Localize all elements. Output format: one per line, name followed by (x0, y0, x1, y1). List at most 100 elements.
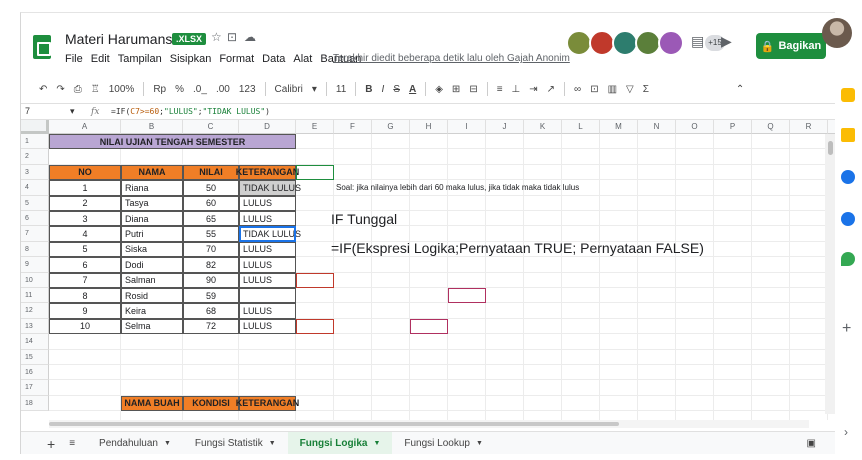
column-header[interactable]: O (676, 120, 714, 134)
comments-icon[interactable]: ▤ (691, 33, 704, 50)
share-button[interactable]: 🔒 Bagikan (756, 33, 826, 59)
text-color-button[interactable]: A (409, 84, 416, 95)
row-header[interactable]: 2 (21, 149, 49, 165)
table-cell[interactable]: 7 (49, 272, 121, 288)
menu-view[interactable]: Tampilan (118, 53, 162, 65)
decrease-decimal-button[interactable]: .0_ (193, 84, 207, 95)
last-edit-link[interactable]: Terakhir diedit beberapa detik lalu oleh… (333, 53, 570, 64)
table-cell[interactable]: 70 (183, 241, 239, 258)
tab-fungsi-statistik[interactable]: Fungsi Statistik ▼ (183, 432, 288, 455)
table-header-cell[interactable]: KETERANGAN (236, 164, 299, 181)
column-header[interactable]: N (638, 120, 676, 134)
table-cell[interactable]: LULUS (239, 303, 296, 319)
table-cell[interactable]: Selma (121, 318, 183, 335)
menu-file[interactable]: File (65, 53, 83, 65)
comment-icon[interactable]: ⊡ (590, 84, 598, 95)
number-format-select[interactable]: 123 (239, 84, 256, 95)
font-size-select[interactable]: 11 (336, 84, 346, 95)
row-header[interactable]: 1 (21, 134, 49, 150)
row-header[interactable]: 14 (21, 334, 49, 350)
star-icon[interactable]: ☆ (211, 30, 222, 44)
chart-icon[interactable]: ▥ (608, 84, 617, 95)
chevron-down-icon[interactable]: ▼ (164, 440, 171, 447)
column-header[interactable]: J (486, 120, 524, 134)
calendar-icon[interactable] (841, 88, 855, 102)
column-header[interactable]: P (714, 120, 752, 134)
chevron-down-icon[interactable]: ▾ (70, 106, 75, 116)
tab-pendahuluan[interactable]: Pendahuluan ▼ (87, 432, 183, 455)
column-header[interactable]: R (790, 120, 828, 134)
table-cell[interactable]: Riana (121, 180, 183, 196)
vertical-scroll-thumb[interactable] (828, 141, 833, 155)
table-cell[interactable]: 50 (183, 180, 239, 196)
column-header[interactable]: H (410, 120, 448, 134)
table-cell[interactable]: 68 (183, 303, 239, 319)
chevron-down-icon[interactable]: ▼ (373, 440, 380, 447)
row-header[interactable]: 15 (21, 349, 49, 365)
undo-icon[interactable]: ↶ (39, 84, 47, 95)
row-header[interactable]: 6 (21, 211, 49, 227)
column-header[interactable]: B (121, 120, 183, 134)
row-header[interactable]: 16 (21, 365, 49, 381)
row-header[interactable]: 17 (21, 380, 49, 396)
table-cell[interactable] (239, 288, 296, 304)
increase-decimal-button[interactable]: .00 (216, 84, 230, 95)
menu-insert[interactable]: Sisipkan (170, 53, 212, 65)
table-header-cell[interactable]: NILAI (183, 164, 239, 181)
paint-format-icon[interactable]: ♖ (91, 84, 100, 95)
menu-edit[interactable]: Edit (91, 53, 110, 65)
expand-panel-icon[interactable]: › (844, 425, 848, 439)
row-header[interactable]: 3 (21, 164, 49, 181)
explore-icon[interactable]: ▣ (795, 432, 828, 455)
table-header-cell[interactable]: NAMA (121, 164, 183, 181)
select-all-corner[interactable] (21, 120, 49, 134)
fill-color-icon[interactable]: ◈ (435, 84, 443, 95)
row-header[interactable]: 18 (21, 395, 49, 412)
currency-button[interactable]: Rp (153, 84, 166, 95)
tab-fungsi-logika[interactable]: Fungsi Logika ▼ (287, 431, 393, 454)
borders-icon[interactable]: ⊞ (452, 84, 460, 95)
table-cell[interactable]: 65 (183, 211, 239, 227)
column-header[interactable]: K (524, 120, 562, 134)
print-icon[interactable]: ⎙ (74, 84, 82, 95)
menu-tools[interactable]: Alat (293, 53, 312, 65)
zoom-select[interactable]: 100% (109, 84, 135, 95)
table-cell[interactable]: Dodi (121, 257, 183, 273)
row-header[interactable]: 10 (21, 272, 49, 288)
table-cell[interactable]: Rosid (121, 288, 183, 304)
table-header-cell[interactable]: NO (49, 164, 121, 181)
percent-button[interactable]: % (175, 84, 184, 95)
table-cell[interactable]: LULUS (239, 211, 296, 227)
column-header[interactable]: A (49, 120, 121, 134)
collapse-toolbar-icon[interactable]: ⌃ (736, 84, 744, 95)
active-cell-outline[interactable] (239, 226, 296, 242)
table-cell[interactable]: LULUS (239, 195, 296, 211)
align-vertical-icon[interactable]: ⊥ (512, 84, 521, 95)
redo-icon[interactable]: ↷ (56, 84, 64, 95)
chevron-down-icon[interactable]: ▼ (476, 440, 483, 447)
row-header[interactable]: 12 (21, 303, 49, 319)
column-header[interactable]: L (562, 120, 600, 134)
table-cell[interactable]: Tasya (121, 195, 183, 211)
font-select[interactable]: Calibri (275, 84, 303, 95)
collaborator-avatar[interactable] (658, 30, 684, 56)
table-cell[interactable]: Siska (121, 241, 183, 258)
text-rotate-icon[interactable]: ↗ (547, 84, 555, 95)
row-header[interactable]: 11 (21, 288, 49, 304)
strikethrough-button[interactable]: S (393, 84, 400, 95)
menu-format[interactable]: Format (219, 53, 254, 65)
table-cell[interactable]: 72 (183, 318, 239, 335)
column-header[interactable]: F (334, 120, 372, 134)
tab-fungsi-lookup[interactable]: Fungsi Lookup ▼ (392, 432, 495, 455)
column-header[interactable]: E (296, 120, 334, 134)
table-cell[interactable]: Keira (121, 303, 183, 319)
functions-icon[interactable]: Σ (643, 84, 649, 95)
table2-header-cell[interactable]: KONDISI (183, 395, 239, 412)
table-cell[interactable]: LULUS (239, 241, 296, 258)
table-cell[interactable]: Putri (121, 226, 183, 242)
table-cell[interactable]: 90 (183, 272, 239, 288)
maps-icon[interactable] (841, 252, 855, 266)
table-cell[interactable]: 6 (49, 257, 121, 273)
table-cell[interactable]: 10 (49, 318, 121, 335)
tasks-icon[interactable] (841, 170, 855, 184)
